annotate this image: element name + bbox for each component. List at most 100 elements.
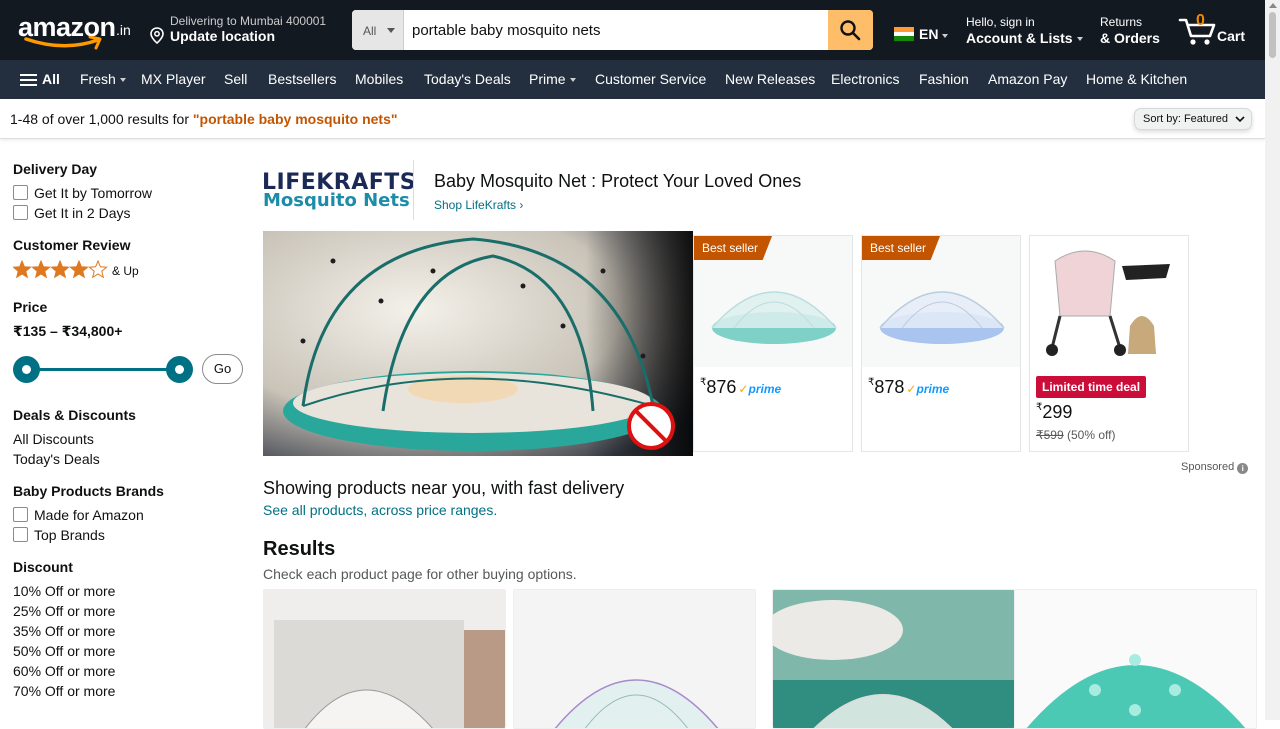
sponsored-product-card[interactable]: Best seller ₹878 ✓prime	[861, 235, 1021, 452]
search-bar: All	[352, 10, 873, 50]
search-button[interactable]	[828, 10, 873, 50]
amazon-logo[interactable]: amazon .in	[18, 10, 136, 52]
chevron-down-icon	[119, 78, 126, 82]
product-card-image[interactable]	[513, 589, 756, 729]
filter-link-discount-25[interactable]: 25% Off or more	[13, 603, 115, 619]
shop-brand-link[interactable]: Shop LifeKrafts ›	[434, 198, 523, 212]
nav-item-mobiles[interactable]: Mobiles	[355, 71, 403, 87]
filter-heading-price: Price	[13, 299, 48, 315]
chevron-down-icon	[1076, 37, 1083, 41]
search-input[interactable]	[404, 10, 828, 50]
account-menu[interactable]: Hello, sign in Account & Lists	[966, 15, 1083, 46]
slider-track	[27, 368, 182, 371]
price-range-text: ₹135 – ₹34,800+	[13, 323, 123, 339]
star-filled-icon	[50, 259, 70, 279]
product-card-image[interactable]	[772, 589, 1015, 729]
filter-link-all-discounts[interactable]: All Discounts	[13, 431, 94, 447]
nav-item-sell[interactable]: Sell	[224, 71, 247, 87]
star-rating-icon	[12, 259, 108, 279]
slider-max-handle[interactable]	[166, 356, 193, 383]
sponsored-hero-image[interactable]	[263, 231, 693, 456]
prime-badge: ✓prime	[906, 382, 950, 396]
best-seller-badge: Best seller	[862, 236, 941, 260]
smile-arrow-icon	[24, 36, 102, 50]
star-empty-icon	[88, 259, 108, 279]
nav-item-mx-player[interactable]: MX Player	[141, 71, 206, 87]
filter-link-discount-50[interactable]: 50% Off or more	[13, 643, 115, 659]
info-icon: i	[1237, 463, 1249, 474]
filter-heading-brands: Baby Products Brands	[13, 483, 164, 499]
best-seller-badge: Best seller	[694, 236, 773, 260]
nav-item-customer-service[interactable]: Customer Service	[595, 71, 706, 87]
cart-button[interactable]: 0 Cart	[1178, 12, 1250, 48]
near-you-heading: Showing products near you, with fast del…	[263, 478, 625, 498]
lifekrafts-logo[interactable]: LIFEKRAFTS Mosquito Nets	[262, 170, 416, 211]
chevron-down-icon	[387, 28, 395, 33]
see-all-products-link[interactable]: See all products, across price ranges.	[263, 502, 497, 518]
filter-link-discount-60[interactable]: 60% Off or more	[13, 663, 115, 679]
star-filled-icon	[12, 259, 32, 279]
filter-heading-review: Customer Review	[13, 237, 131, 253]
product-image	[1030, 236, 1188, 367]
sort-dropdown[interactable]: Sort by: Featured	[1134, 108, 1252, 130]
star-rating-filter[interactable]: & Up	[12, 259, 139, 283]
slider-min-handle[interactable]	[13, 356, 40, 383]
price-slider[interactable]	[13, 354, 195, 384]
divider	[413, 160, 414, 220]
all-menu-button[interactable]: All	[20, 71, 60, 87]
filter-heading-discount: Discount	[13, 559, 73, 575]
top-navbar: amazon .in Delivering to Mumbai 400001 U…	[0, 0, 1280, 60]
price-go-button[interactable]: Go	[202, 354, 243, 384]
nav-item-new-releases[interactable]: New Releases	[725, 71, 815, 87]
product-price: ₹876 ✓prime	[700, 377, 782, 397]
nav-item-electronics[interactable]: Electronics	[831, 71, 899, 87]
sponsored-product-card[interactable]: Best seller ₹876 ✓prime	[693, 235, 853, 452]
search-icon	[840, 20, 861, 41]
product-price: ₹878 ✓prime	[868, 377, 950, 397]
sponsored-label[interactable]: Sponsored i	[1181, 461, 1249, 474]
nav-item-amazon-pay[interactable]: Amazon Pay	[988, 71, 1067, 87]
chevron-down-icon	[1235, 116, 1245, 123]
results-subheading: Check each product page for other buying…	[263, 566, 577, 582]
nav-item-todays-deals[interactable]: Today's Deals	[424, 71, 511, 87]
cart-count: 0	[1196, 12, 1205, 29]
sponsored-product-card[interactable]: Limited time deal ₹299 ₹599 (50% off)	[1029, 235, 1189, 452]
filter-link-discount-10[interactable]: 10% Off or more	[13, 583, 115, 599]
india-flag-icon	[894, 27, 914, 41]
filter-heading-delivery: Delivery Day	[13, 161, 98, 177]
product-price: ₹299	[1036, 402, 1073, 422]
baby-in-mosquito-net-image	[263, 231, 693, 456]
filter-link-discount-70[interactable]: 70% Off or more	[13, 683, 115, 699]
checkbox[interactable]	[13, 507, 28, 522]
product-card-image[interactable]	[1014, 589, 1257, 729]
filter-link-todays-deals[interactable]: Today's Deals	[13, 451, 100, 467]
checkbox[interactable]	[13, 185, 28, 200]
checkbox[interactable]	[13, 205, 28, 220]
search-category-dropdown[interactable]: All	[352, 10, 404, 50]
product-card-image[interactable]	[263, 589, 506, 729]
results-count: 1-48 of over 1,000 results for "portable…	[10, 111, 398, 127]
nav-item-prime[interactable]: Prime	[529, 71, 576, 87]
results-heading: Results	[263, 538, 336, 560]
nav-item-bestsellers[interactable]: Bestsellers	[268, 71, 336, 87]
scroll-up-arrow-icon[interactable]	[1269, 3, 1277, 8]
search-query-text: "portable baby mosquito nets"	[192, 111, 398, 127]
filter-heading-deals: Deals & Discounts	[13, 407, 136, 423]
star-filled-icon	[31, 259, 51, 279]
filter-link-discount-35[interactable]: 35% Off or more	[13, 623, 115, 639]
chevron-down-icon	[569, 78, 576, 82]
sponsored-headline[interactable]: Baby Mosquito Net : Protect Your Loved O…	[434, 171, 801, 192]
nav-item-fresh[interactable]: Fresh	[80, 71, 126, 87]
nav-item-home-kitchen[interactable]: Home & Kitchen	[1086, 71, 1187, 87]
list-price: ₹599 (50% off)	[1036, 428, 1116, 442]
sub-navbar: All Fresh MX Player Sell Bestsellers Mob…	[0, 60, 1280, 99]
results-info-bar: 1-48 of over 1,000 results for "portable…	[0, 99, 1265, 139]
page-scrollbar[interactable]	[1265, 0, 1280, 720]
scrollbar-thumb[interactable]	[1269, 12, 1276, 58]
checkbox[interactable]	[13, 527, 28, 542]
nav-item-fashion[interactable]: Fashion	[919, 71, 969, 87]
star-filled-icon	[69, 259, 89, 279]
returns-orders-link[interactable]: Returns & Orders	[1100, 15, 1160, 46]
location-pin-icon	[150, 27, 164, 44]
chevron-down-icon	[942, 34, 948, 38]
